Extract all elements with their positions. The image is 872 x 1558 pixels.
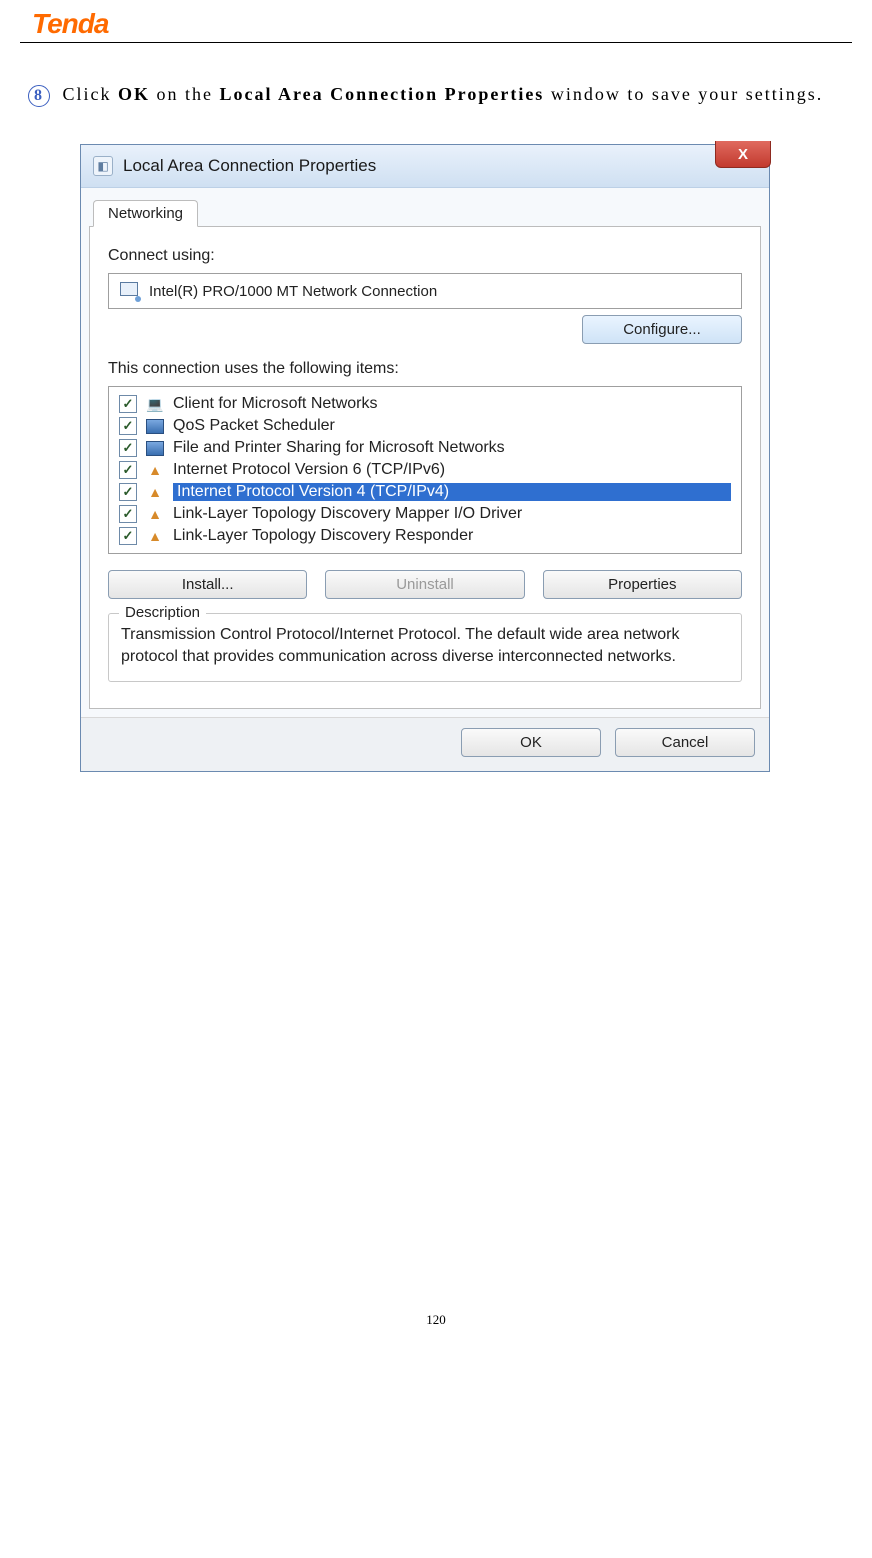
properties-button-label: Properties <box>608 576 676 593</box>
window-client-area: Networking Connect using: Intel(R) PRO/1… <box>81 188 769 717</box>
checkbox[interactable]: ✓ <box>119 527 137 545</box>
window-title: Local Area Connection Properties <box>123 156 376 176</box>
protocol-icon: ▲ <box>145 483 165 501</box>
list-item-label: Client for Microsoft Networks <box>173 395 731 413</box>
client-icon: 💻 <box>145 395 165 413</box>
checkbox[interactable]: ✓ <box>119 395 137 413</box>
page-number: 120 <box>20 1312 852 1338</box>
list-item[interactable]: ✓ ▲ Internet Protocol Version 4 (TCP/IPv4) <box>115 481 735 503</box>
instr-mid: on the <box>150 84 220 104</box>
list-item[interactable]: ✓ ▲ Link-Layer Topology Discovery Mapper I… <box>115 503 735 525</box>
list-item[interactable]: ✓ QoS Packet Scheduler <box>115 415 735 437</box>
instr-post: window to save your settings. <box>544 84 823 104</box>
adapter-field[interactable]: Intel(R) PRO/1000 MT Network Connection <box>108 273 742 309</box>
protocol-icon: ▲ <box>145 527 165 545</box>
instr-bold1: OK <box>118 84 150 104</box>
list-item-label: Internet Protocol Version 6 (TCP/IPv6) <box>173 461 731 479</box>
ok-button-label: OK <box>520 734 542 751</box>
step-number-badge: 8 <box>28 85 50 107</box>
service-icon <box>145 439 165 457</box>
embedded-screenshot: ◧ Local Area Connection Properties X Net… <box>80 144 770 772</box>
checkbox[interactable]: ✓ <box>119 483 137 501</box>
tab-panel: Connect using: Intel(R) PRO/1000 MT Netw… <box>89 227 761 709</box>
install-button[interactable]: Install... <box>108 570 307 599</box>
network-adapter-icon <box>119 282 139 300</box>
description-text: Transmission Control Protocol/Internet P… <box>121 626 680 665</box>
description-group: Description Transmission Control Protoco… <box>108 613 742 682</box>
list-item-label: File and Printer Sharing for Microsoft N… <box>173 439 731 457</box>
list-item[interactable]: ✓ ▲ Internet Protocol Version 6 (TCP/IPv6) <box>115 459 735 481</box>
window-titlebar[interactable]: ◧ Local Area Connection Properties X <box>81 145 769 188</box>
header-divider <box>20 42 852 43</box>
adapter-name: Intel(R) PRO/1000 MT Network Connection <box>149 283 437 300</box>
checkbox[interactable]: ✓ <box>119 461 137 479</box>
protocol-icon: ▲ <box>145 505 165 523</box>
close-icon: X <box>738 146 748 163</box>
description-legend: Description <box>119 603 206 623</box>
connection-items-list[interactable]: ✓ 💻 Client for Microsoft Networks ✓ QoS Pack… <box>108 386 742 554</box>
brand-logo: Tenda <box>20 0 852 40</box>
window-icon: ◧ <box>93 156 113 176</box>
tab-label: Networking <box>108 205 183 222</box>
connect-using-label: Connect using: <box>108 247 742 265</box>
uninstall-button-label: Uninstall <box>396 576 454 593</box>
instr-bold2: Local Area Connection Properties <box>220 84 545 104</box>
checkbox[interactable]: ✓ <box>119 439 137 457</box>
instr-pre: Click <box>63 84 119 104</box>
list-item-label: Internet Protocol Version 4 (TCP/IPv4) <box>173 483 731 501</box>
properties-button[interactable]: Properties <box>543 570 742 599</box>
cancel-button-label: Cancel <box>662 734 709 751</box>
protocol-icon: ▲ <box>145 461 165 479</box>
uninstall-button: Uninstall <box>325 570 524 599</box>
list-item[interactable]: ✓ ▲ Link-Layer Topology Discovery Responde… <box>115 525 735 547</box>
properties-window: ◧ Local Area Connection Properties X Net… <box>80 144 770 772</box>
brand-logo-text: Tenda <box>32 8 108 39</box>
list-item[interactable]: ✓ File and Printer Sharing for Microsoft … <box>115 437 735 459</box>
list-item[interactable]: ✓ 💻 Client for Microsoft Networks <box>115 393 735 415</box>
service-icon <box>145 417 165 435</box>
instruction-text: 8 Click OK on the Local Area Connection … <box>20 73 852 134</box>
list-item-label: Link-Layer Topology Discovery Mapper I/O… <box>173 505 731 523</box>
close-button[interactable]: X <box>715 141 771 168</box>
configure-button-label: Configure... <box>623 321 701 338</box>
list-item-label: QoS Packet Scheduler <box>173 417 731 435</box>
tab-networking[interactable]: Networking <box>93 200 198 227</box>
install-button-label: Install... <box>182 576 234 593</box>
dialog-footer: OK Cancel <box>81 717 769 771</box>
cancel-button[interactable]: Cancel <box>615 728 755 757</box>
checkbox[interactable]: ✓ <box>119 417 137 435</box>
configure-button[interactable]: Configure... <box>582 315 742 344</box>
list-item-label: Link-Layer Topology Discovery Responder <box>173 527 731 545</box>
items-label: This connection uses the following items… <box>108 360 742 378</box>
tab-strip: Networking <box>89 194 761 227</box>
checkbox[interactable]: ✓ <box>119 505 137 523</box>
ok-button[interactable]: OK <box>461 728 601 757</box>
